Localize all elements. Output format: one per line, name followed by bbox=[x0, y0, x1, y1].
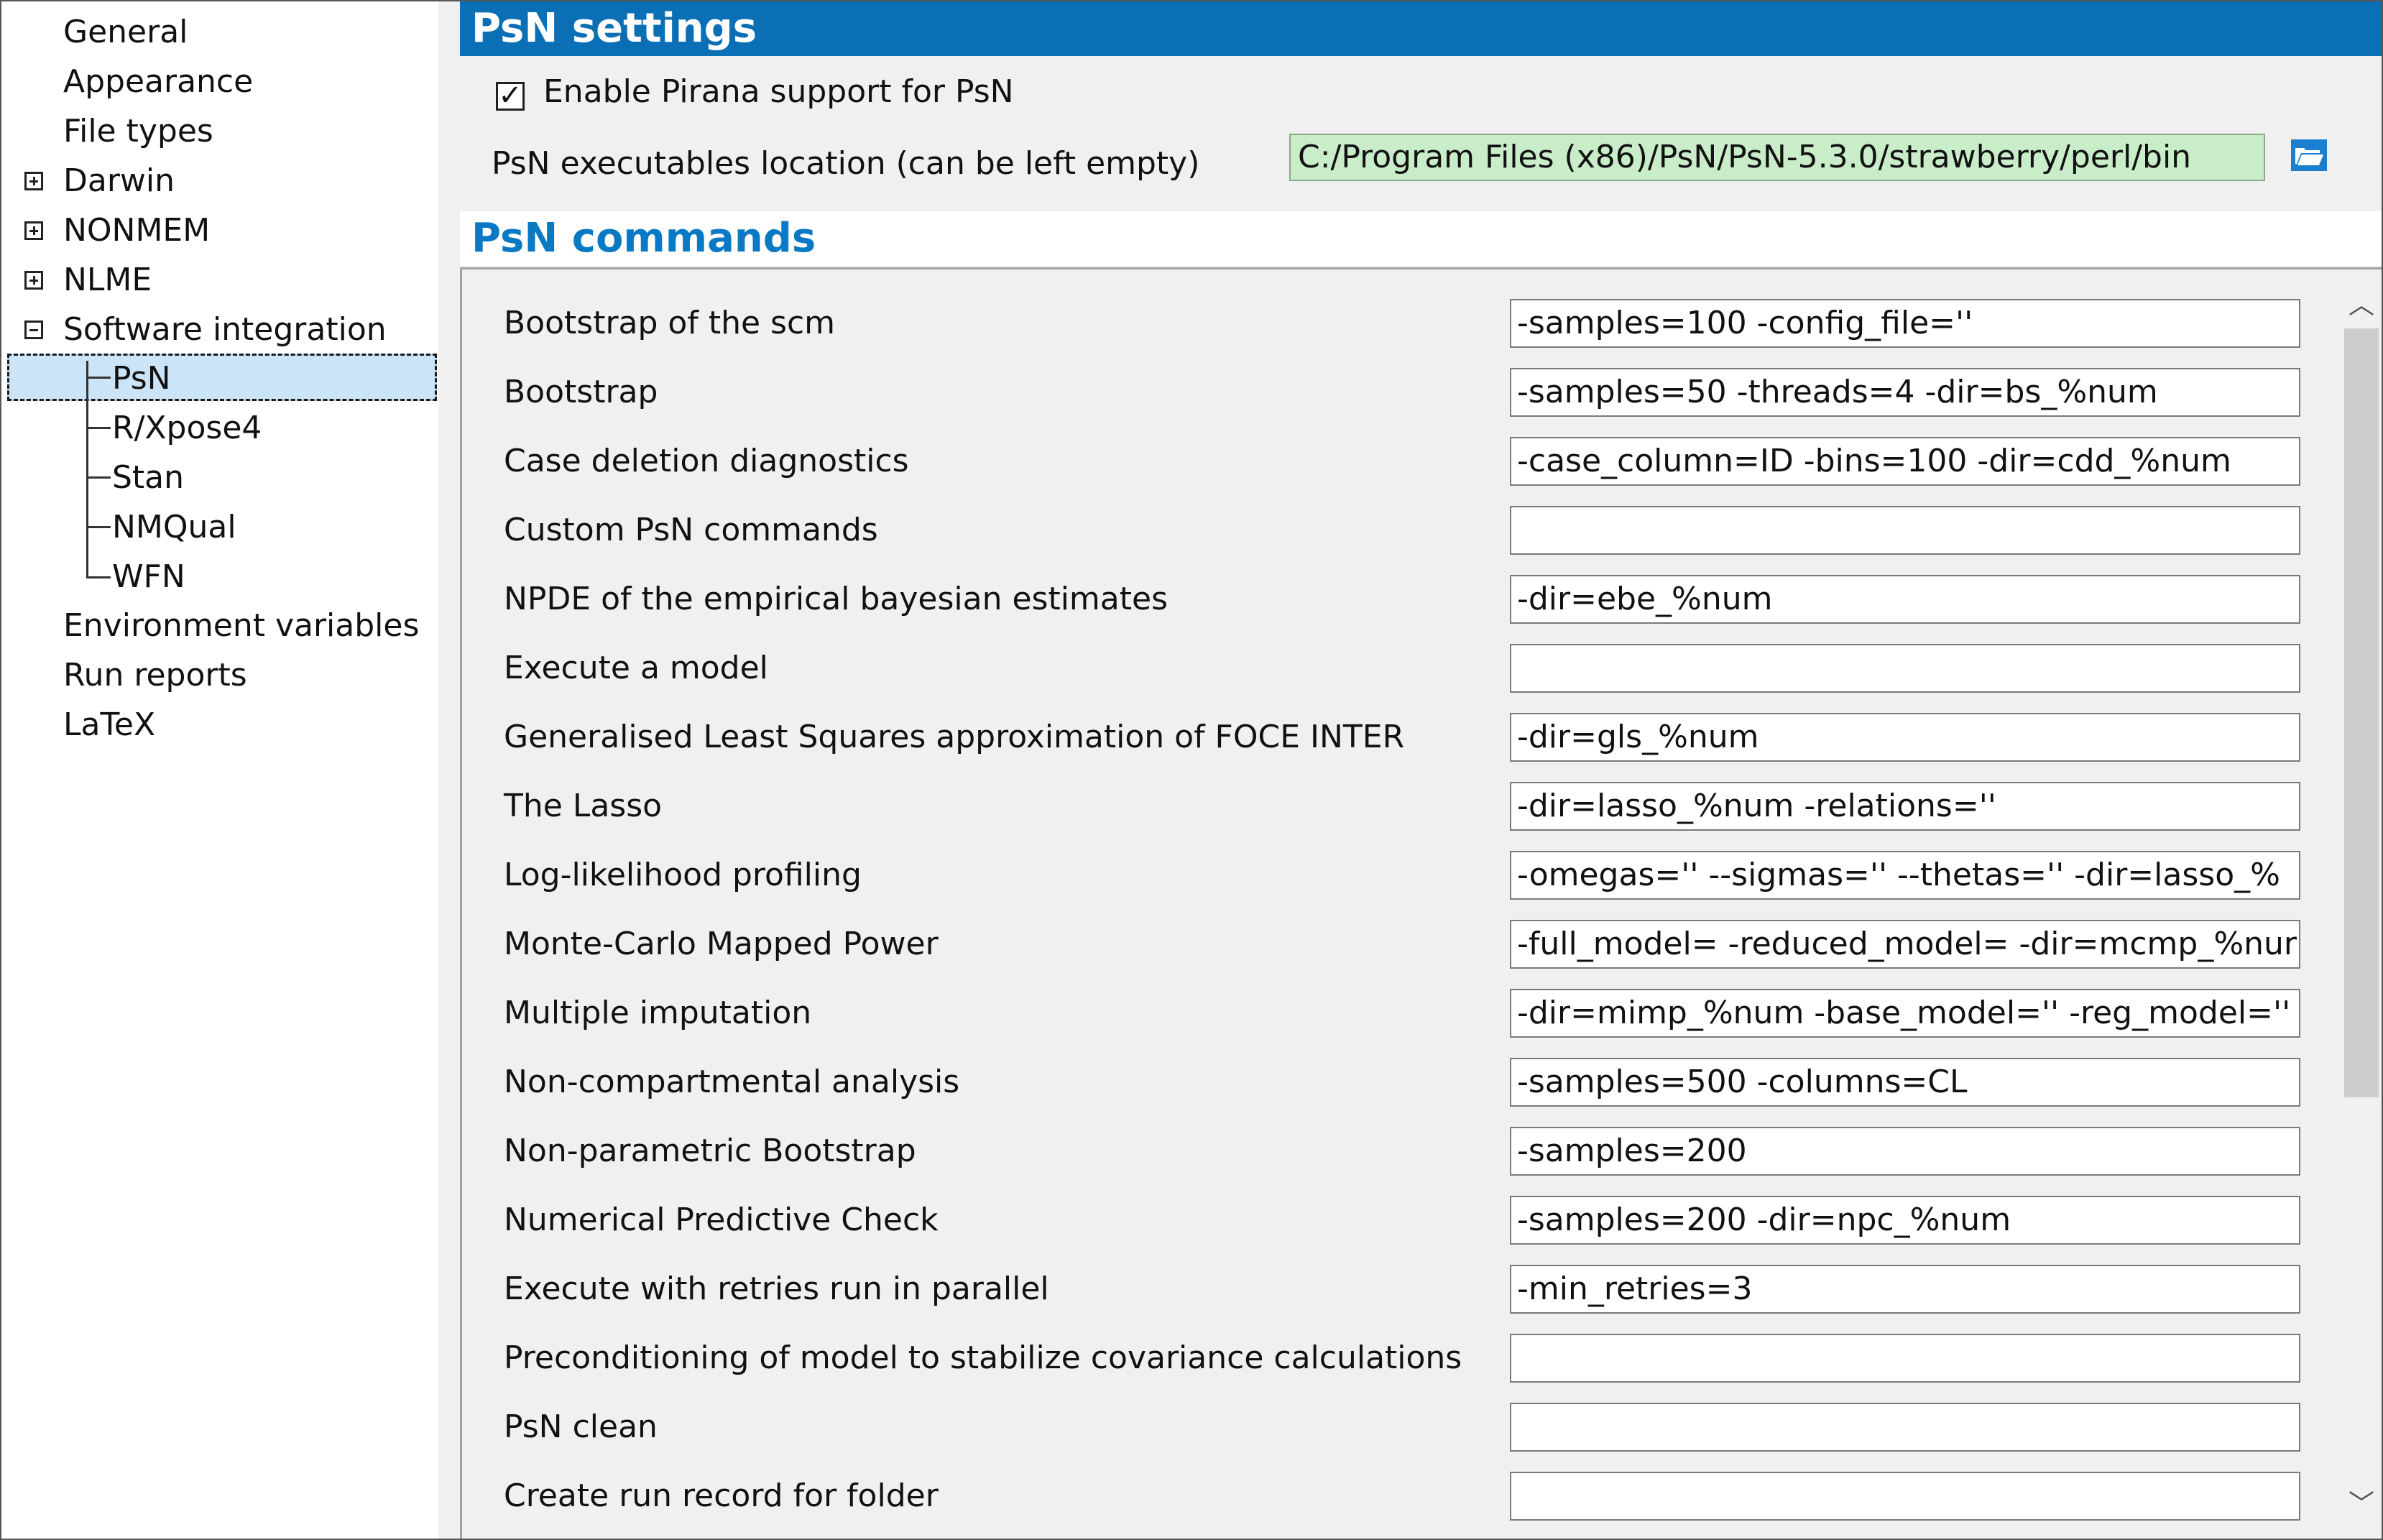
tree-item-label: NMQual bbox=[112, 509, 236, 545]
command-label: Execute with retries run in parallel bbox=[504, 1271, 1049, 1307]
tree-item-darwin[interactable]: Darwin bbox=[1, 159, 433, 203]
command-label: Multiple imputation bbox=[504, 995, 812, 1031]
tree-item-label: Software integration bbox=[63, 311, 387, 348]
tree-item-stan[interactable]: Stan bbox=[1, 456, 433, 500]
psn-commands-header: PsN commands bbox=[460, 211, 2382, 266]
command-args-input[interactable] bbox=[1510, 1403, 2300, 1452]
tree-item-appearance[interactable]: Appearance bbox=[1, 60, 433, 104]
command-args-input[interactable]: -min_retries=3 bbox=[1510, 1265, 2300, 1314]
expand-plus-icon[interactable] bbox=[24, 221, 43, 240]
tree-item-nlme[interactable]: NLME bbox=[1, 258, 433, 303]
command-args-input[interactable]: -samples=200 -dir=npc_%num bbox=[1510, 1196, 2300, 1245]
command-args-input[interactable]: -dir=ebe_%num bbox=[1510, 575, 2300, 624]
tree-item-software-integration[interactable]: Software integration bbox=[1, 308, 433, 352]
command-args-input[interactable]: -samples=500 -columns=CL bbox=[1510, 1058, 2300, 1107]
expand-plus-icon[interactable] bbox=[24, 172, 43, 190]
tree-item-environment-variables[interactable]: Environment variables bbox=[1, 604, 433, 648]
command-label: The Lasso bbox=[504, 788, 663, 824]
command-label: Non-parametric Bootstrap bbox=[504, 1133, 916, 1169]
tree-item-label: WFN bbox=[112, 558, 185, 595]
command-label: Create run record for folder bbox=[504, 1477, 939, 1514]
tree-item-label: Run reports bbox=[63, 657, 247, 693]
tree-item-nmqual[interactable]: NMQual bbox=[1, 505, 433, 550]
command-args-input[interactable]: -dir=mimp_%num -base_model='' -reg_model… bbox=[1510, 989, 2300, 1038]
command-args-input[interactable]: -samples=50 -threads=4 -dir=bs_%num bbox=[1510, 368, 2300, 417]
tree-item-psn[interactable]: PsN bbox=[1, 356, 433, 401]
psn-settings-header: PsN settings bbox=[460, 1, 2382, 56]
command-label: Execute a model bbox=[504, 650, 768, 686]
tree-item-label: NONMEM bbox=[63, 212, 211, 249]
command-args-input[interactable]: -samples=200 bbox=[1510, 1127, 2300, 1176]
tree-item-label: Environment variables bbox=[63, 607, 420, 644]
tree-item-nonmem[interactable]: NONMEM bbox=[1, 208, 433, 253]
tree-item-latex[interactable]: LaTeX bbox=[1, 703, 433, 747]
tree-item-general[interactable]: General bbox=[1, 10, 433, 55]
folder-open-icon bbox=[2291, 139, 2327, 171]
command-label: Non-compartmental analysis bbox=[504, 1064, 960, 1100]
settings-tree: General Appearance File types Darwin NON… bbox=[1, 1, 438, 1539]
tree-item-label: LaTeX bbox=[63, 706, 156, 743]
command-label: Bootstrap of the scm bbox=[504, 305, 835, 341]
tree-item-run-reports[interactable]: Run reports bbox=[1, 653, 433, 698]
tree-item-label: Appearance bbox=[63, 63, 254, 100]
tree-item-label: File types bbox=[63, 113, 213, 149]
scroll-up-icon[interactable]: ︿ bbox=[2340, 284, 2382, 327]
command-args-input[interactable] bbox=[1510, 644, 2300, 693]
command-args-input[interactable]: -dir=lasso_%num -relations='' bbox=[1510, 782, 2300, 831]
psn-commands-panel: Bootstrap of the scm -samples=100 -confi… bbox=[460, 267, 2382, 1539]
command-args-input[interactable]: -case_column=ID -bins=100 -dir=cdd_%num bbox=[1510, 437, 2300, 486]
enable-pirana-label: Enable Pirana support for PsN bbox=[543, 73, 1014, 110]
command-args-input[interactable]: -samples=100 -config_file='' bbox=[1510, 299, 2300, 348]
enable-pirana-checkbox[interactable]: ✓ bbox=[496, 79, 525, 112]
command-label: Monte-Carlo Mapped Power bbox=[504, 926, 939, 962]
command-args-input[interactable]: -full_model= -reduced_model= -dir=mcmp_%… bbox=[1510, 920, 2300, 969]
command-args-input[interactable] bbox=[1510, 506, 2300, 555]
command-args-input[interactable]: -dir=gls_%num bbox=[1510, 713, 2300, 762]
collapse-minus-icon[interactable] bbox=[24, 321, 43, 339]
tree-item-label: R/Xpose4 bbox=[112, 410, 262, 446]
browse-folder-button[interactable] bbox=[2291, 139, 2327, 171]
commands-scrollbar[interactable]: ︿ ﹀ bbox=[2340, 269, 2382, 1539]
scrollbar-thumb[interactable] bbox=[2344, 328, 2379, 1097]
preferences-window: General Appearance File types Darwin NON… bbox=[0, 0, 2383, 1540]
command-label: Generalised Least Squares approximation … bbox=[504, 719, 1405, 755]
tree-item-r-xpose4[interactable]: R/Xpose4 bbox=[1, 406, 433, 451]
command-label: Case deletion diagnostics bbox=[504, 443, 909, 479]
tree-item-label: NLME bbox=[63, 262, 152, 298]
command-label: Custom PsN commands bbox=[504, 512, 878, 548]
tree-item-wfn[interactable]: WFN bbox=[1, 555, 433, 599]
command-args-input[interactable]: -omegas='' --sigmas='' --thetas='' -dir=… bbox=[1510, 851, 2300, 900]
psn-location-label: PsN executables location (can be left em… bbox=[492, 145, 1200, 182]
command-label: PsN clean bbox=[504, 1408, 658, 1445]
tree-item-label: Stan bbox=[112, 459, 185, 496]
tree-item-label: Darwin bbox=[63, 162, 175, 199]
tree-item-label: PsN bbox=[112, 360, 171, 397]
command-label: Bootstrap bbox=[504, 374, 658, 410]
expand-plus-icon[interactable] bbox=[24, 271, 43, 290]
psn-location-input[interactable]: C:/Program Files (x86)/PsN/PsN-5.3.0/str… bbox=[1289, 134, 2265, 181]
scroll-down-icon[interactable]: ﹀ bbox=[2340, 1483, 2382, 1526]
command-label: Log-likelihood profiling bbox=[504, 857, 862, 893]
command-args-input[interactable] bbox=[1510, 1334, 2300, 1383]
command-label: NPDE of the empirical bayesian estimates bbox=[504, 581, 1168, 617]
command-label: Preconditioning of model to stabilize co… bbox=[504, 1340, 1462, 1376]
tree-item-label: General bbox=[63, 14, 188, 50]
command-args-input[interactable] bbox=[1510, 1472, 2300, 1521]
checkmark-icon: ✓ bbox=[498, 79, 522, 112]
command-label: Numerical Predictive Check bbox=[504, 1202, 939, 1238]
tree-item-file-types[interactable]: File types bbox=[1, 109, 433, 154]
